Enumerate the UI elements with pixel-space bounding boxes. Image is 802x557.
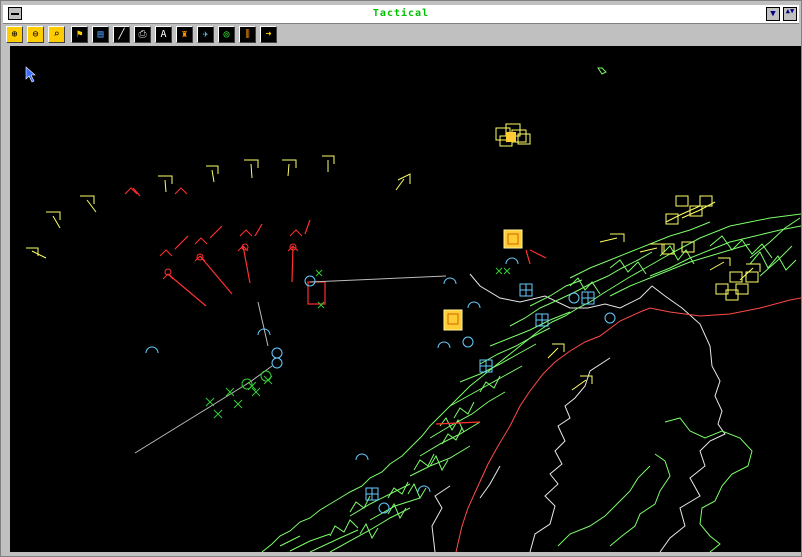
- layers-icon[interactable]: ▤: [92, 26, 109, 43]
- navigate-icon[interactable]: ➜: [260, 26, 277, 43]
- national-border: [455, 297, 801, 552]
- track-vectors: [134, 275, 447, 454]
- tactical-window: Tactical ▼ ▲▼ ⊕ ⊖ ⌕ ⚑ ▤ ╱ ⎙ A ♜ ✈ ◎ ⫼ ➜: [0, 0, 802, 557]
- text-icon[interactable]: A: [155, 26, 172, 43]
- zoom-in-icon[interactable]: ⊕: [6, 26, 23, 43]
- track-icon[interactable]: ♜: [176, 26, 193, 43]
- radar-icon[interactable]: ◎: [218, 26, 235, 43]
- friendly-air-symbols: [26, 123, 761, 391]
- aircraft-icon[interactable]: ✈: [197, 26, 214, 43]
- mouse-cursor-icon: [25, 66, 36, 83]
- maximize-button[interactable]: ▲▼: [783, 7, 797, 21]
- minimize-button[interactable]: ▼: [766, 7, 780, 21]
- toolbar: ⊕ ⊖ ⌕ ⚑ ▤ ╱ ⎙ A ♜ ✈ ◎ ⫼ ➜: [3, 24, 799, 45]
- symbol-icon[interactable]: ⚑: [71, 26, 88, 43]
- unknown-tracks: [205, 267, 511, 419]
- tactical-map[interactable]: [10, 46, 801, 552]
- coastline: [261, 67, 801, 552]
- zoom-area-icon[interactable]: ⌕: [48, 26, 65, 43]
- print-icon[interactable]: ⎙: [134, 26, 151, 43]
- zoom-out-icon[interactable]: ⊖: [27, 26, 44, 43]
- title-bar[interactable]: Tactical ▼ ▲▼: [3, 5, 799, 24]
- window-title: Tactical: [372, 8, 430, 19]
- inland-boundaries: [431, 273, 726, 552]
- draw-line-icon[interactable]: ╱: [113, 26, 130, 43]
- inland-lake: [557, 417, 753, 552]
- hostile-symbols: [124, 187, 303, 280]
- hostile-tracks: [132, 187, 547, 425]
- map-canvas[interactable]: [10, 46, 801, 552]
- histogram-icon[interactable]: ⫼: [239, 26, 256, 43]
